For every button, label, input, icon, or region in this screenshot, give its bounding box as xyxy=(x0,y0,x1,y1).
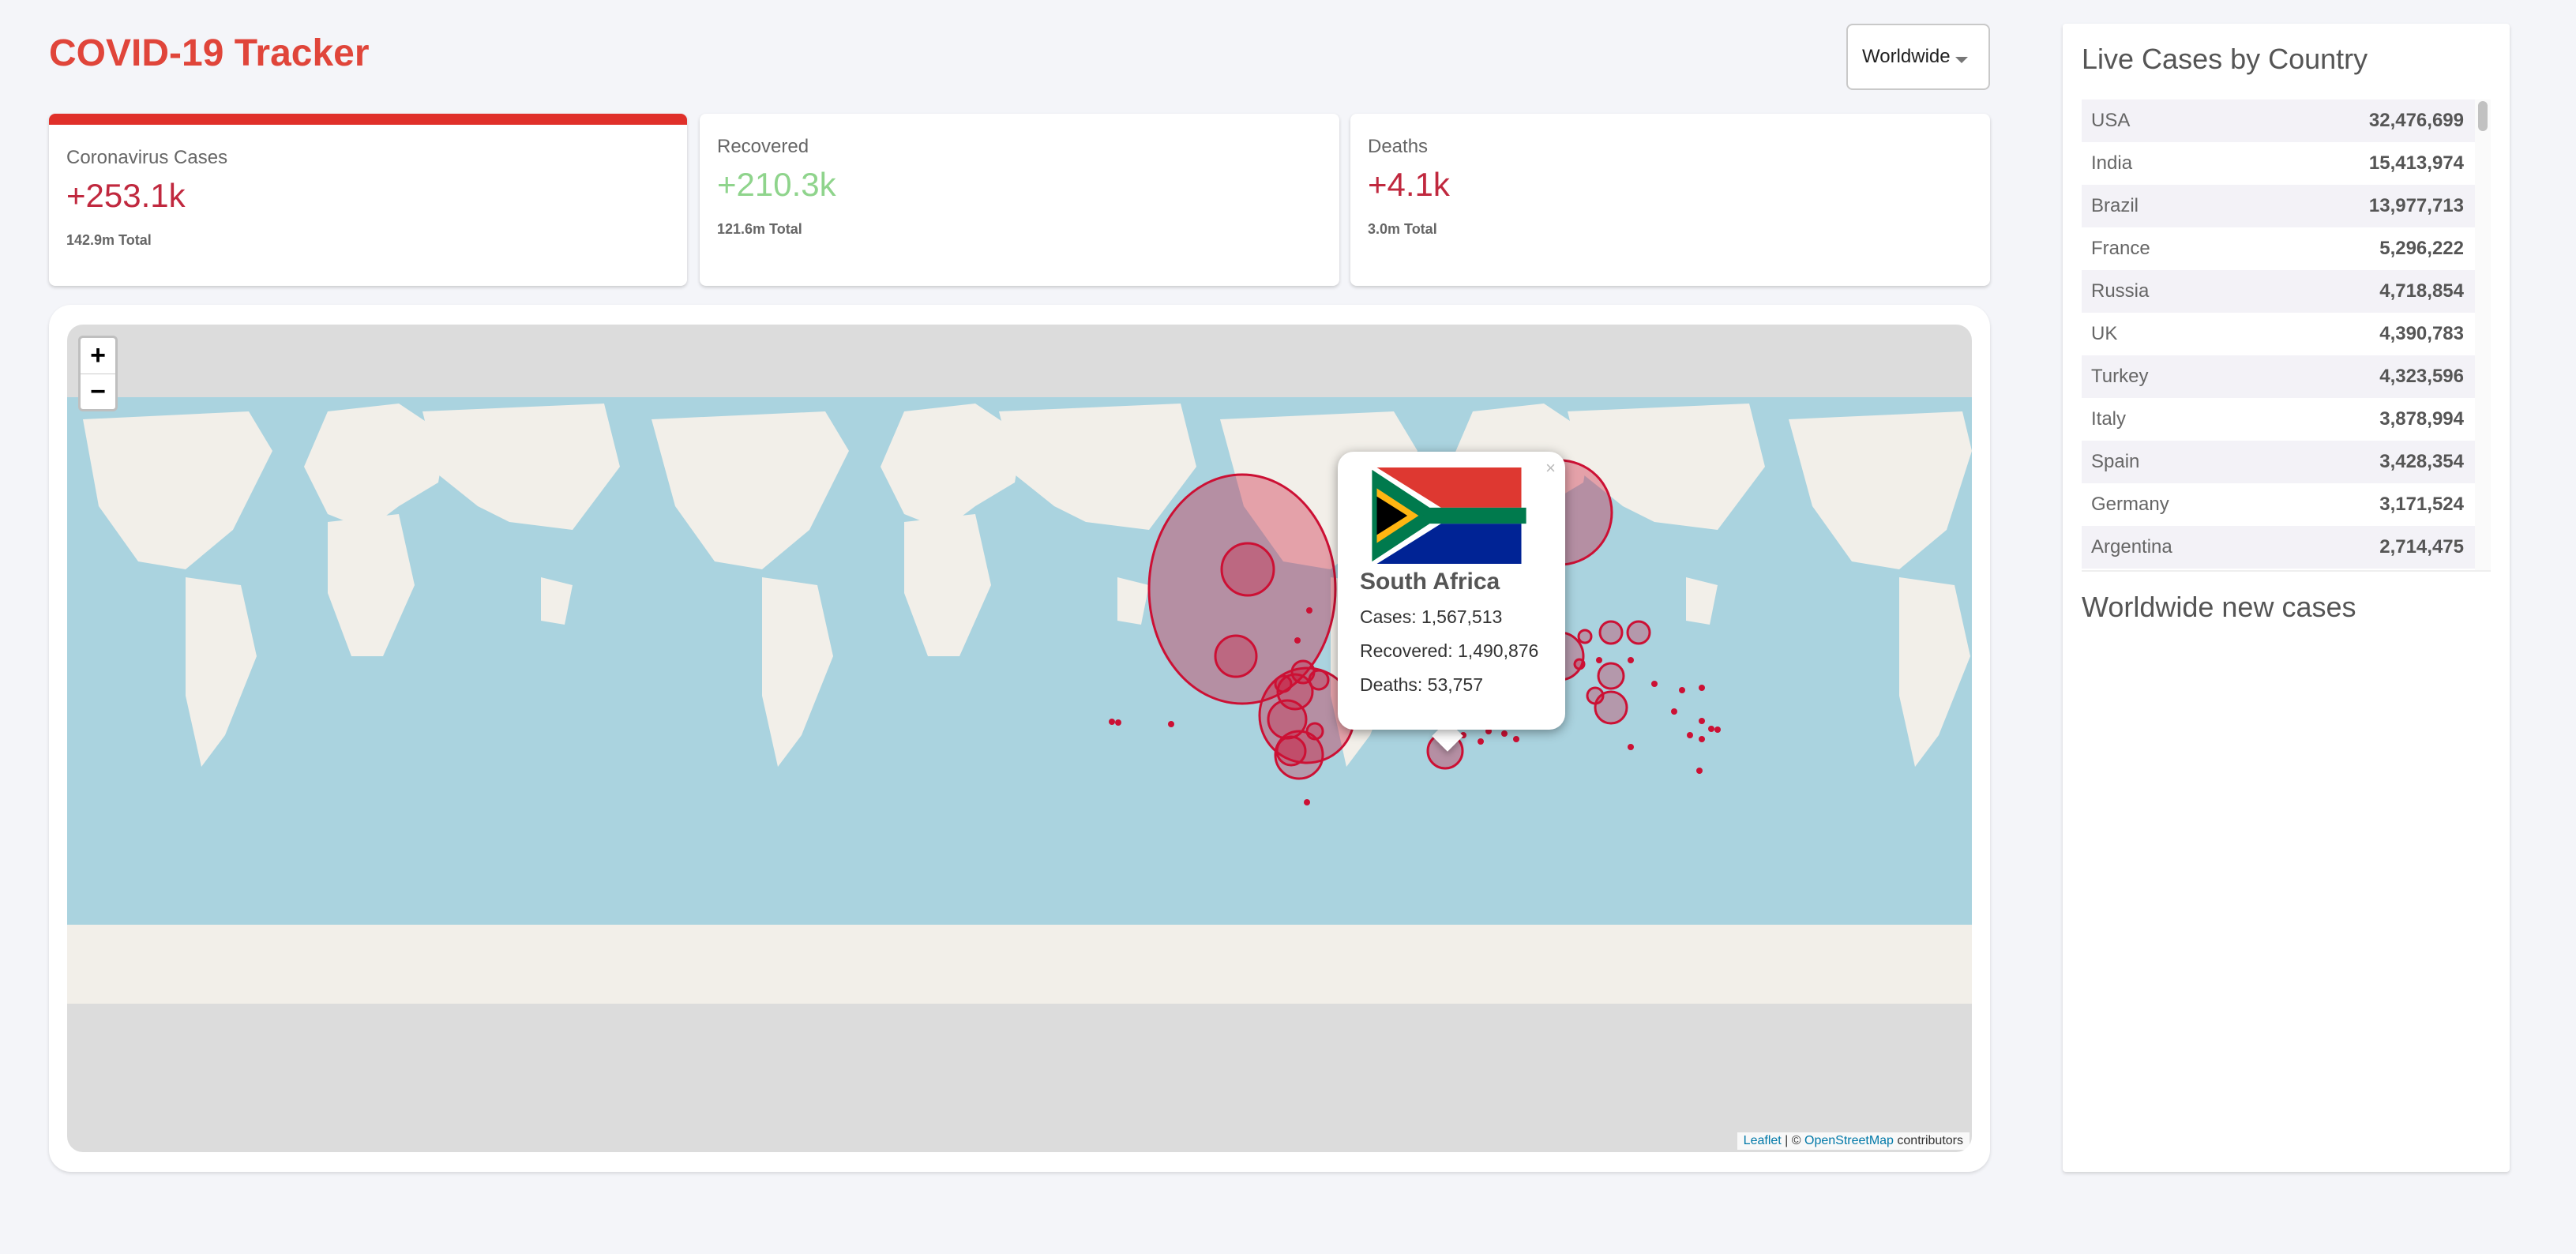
cases-card[interactable]: Coronavirus Cases +253.1k 142.9m Total xyxy=(49,114,687,286)
antarctica-land xyxy=(67,925,1972,1004)
table-row: Brazil 13,977,713 xyxy=(2082,185,2491,227)
country-name: Brazil xyxy=(2091,195,2139,216)
recovered-card[interactable]: Recovered +210.3k 121.6m Total xyxy=(700,114,1339,286)
country-name: Russia xyxy=(2091,280,2150,302)
country-name: USA xyxy=(2091,110,2131,131)
right-panel: Live Cases by Country USA 32,476,699 India… xyxy=(2063,24,2510,1172)
country-cases: 4,323,596 xyxy=(2379,366,2464,387)
deaths-value: +4.1k xyxy=(1368,166,1450,203)
country-name: Argentina xyxy=(2091,536,2172,558)
zoom-out-button[interactable]: − xyxy=(81,374,115,410)
page-title: COVID-19 Tracker xyxy=(49,32,370,74)
country-select[interactable]: Worldwide xyxy=(1846,24,1990,90)
recovered-label: Recovered xyxy=(717,136,809,157)
osm-link[interactable]: OpenStreetMap xyxy=(1804,1134,1894,1147)
deaths-card[interactable]: Deaths +4.1k 3.0m Total xyxy=(1350,114,1990,286)
table-scrollbar[interactable] xyxy=(2475,99,2491,570)
country-cases: 32,476,699 xyxy=(2368,110,2464,131)
table-row: Spain 3,428,354 xyxy=(2082,441,2491,483)
zoom-control: + − xyxy=(78,336,118,411)
cases-label: Coronavirus Cases xyxy=(66,147,228,168)
chevron-down-icon xyxy=(1955,57,1968,63)
country-table[interactable]: USA 32,476,699 India 15,413,974 Brazil 13,977… xyxy=(2082,99,2491,572)
table-row: USA 32,476,699 xyxy=(2082,99,2491,142)
attribution-rest: contributors xyxy=(1893,1134,1963,1147)
leaflet-link[interactable]: Leaflet xyxy=(1744,1134,1782,1147)
country-cases: 2,714,475 xyxy=(2379,536,2464,558)
country-name: India xyxy=(2091,152,2133,174)
app-root: COVID-19 Tracker Worldwide Coronavirus C… xyxy=(0,0,2576,1254)
popup-deaths: Deaths: 53,757 xyxy=(1360,674,1484,695)
country-cases: 4,390,783 xyxy=(2379,323,2464,344)
country-select-value: Worldwide xyxy=(1862,46,1951,67)
worldwide-graph-title: Worldwide new cases xyxy=(2082,591,2356,623)
recovered-total: 121.6m Total xyxy=(717,221,802,237)
country-cases: 3,878,994 xyxy=(2379,408,2464,430)
country-cases: 15,413,974 xyxy=(2368,152,2464,174)
attribution-sep: | © xyxy=(1781,1134,1804,1147)
popup-recovered: Recovered: 1,490,876 xyxy=(1360,640,1539,661)
zoom-in-button[interactable]: + xyxy=(81,338,115,374)
cases-total: 142.9m Total xyxy=(66,232,152,248)
map-attribution: Leaflet | © OpenStreetMap contributors xyxy=(1737,1132,1970,1150)
popup-cases: Cases: 1,567,513 xyxy=(1360,606,1503,627)
country-cases: 4,718,854 xyxy=(2379,280,2464,302)
country-cases: 3,428,354 xyxy=(2379,451,2464,472)
table-row: Italy 3,878,994 xyxy=(2082,398,2491,441)
country-cases: 3,171,524 xyxy=(2379,494,2464,515)
south-africa-flag-icon xyxy=(1360,467,1538,564)
country-name: Turkey xyxy=(2091,366,2149,387)
cases-value: +253.1k xyxy=(66,177,186,214)
table-row: UK 4,390,783 xyxy=(2082,313,2491,355)
world-map[interactable] xyxy=(67,325,1972,1152)
country-name: Spain xyxy=(2091,451,2140,472)
country-name: Italy xyxy=(2091,408,2127,430)
deaths-total: 3.0m Total xyxy=(1368,221,1437,237)
table-row: India 15,413,974 xyxy=(2082,142,2491,185)
table-row: Germany 3,171,524 xyxy=(2082,483,2491,526)
country-name: France xyxy=(2091,238,2150,259)
country-cases: 5,296,222 xyxy=(2379,238,2464,259)
country-name: Germany xyxy=(2091,494,2169,515)
table-row: Argentina 2,714,475 xyxy=(2082,526,2491,569)
scrollbar-thumb[interactable] xyxy=(2478,101,2488,131)
live-cases-title: Live Cases by Country xyxy=(2082,43,2368,75)
popup-close-button[interactable]: × xyxy=(1545,458,1556,479)
popup-country-name: South Africa xyxy=(1360,569,1500,595)
country-popup: × South Africa Cases: 1,567,513 Recovere… xyxy=(1338,452,1565,730)
map-canvas[interactable] xyxy=(67,325,1972,1152)
table-row: Russia 4,718,854 xyxy=(2082,270,2491,313)
deaths-label: Deaths xyxy=(1368,136,1429,157)
country-cases: 13,977,713 xyxy=(2368,195,2464,216)
recovered-value: +210.3k xyxy=(717,166,836,203)
table-row: Turkey 4,323,596 xyxy=(2082,355,2491,398)
table-row: France 5,296,222 xyxy=(2082,227,2491,270)
country-name: UK xyxy=(2091,323,2118,344)
